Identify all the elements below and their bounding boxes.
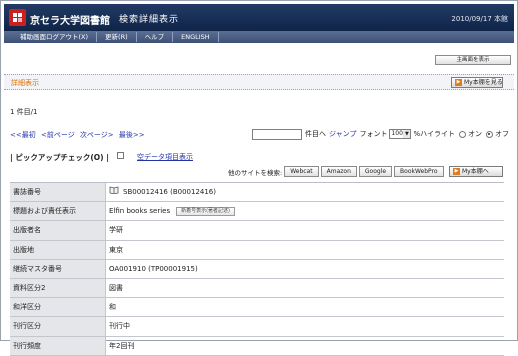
pager-next-link[interactable]: 次ページ> [80,131,114,139]
search-webcat-button[interactable]: Webcat [284,166,319,177]
date-location: 2010/09/17 本館 [451,15,508,23]
view-mybook-button[interactable]: ▶ My本棚を見る [451,77,503,88]
pickup-check-label: | ピックアップチェック(O) | [10,153,109,162]
search-google-button[interactable]: Google [358,166,393,177]
nav-logout[interactable]: 補助画面ログアウト(X) [4,32,98,42]
field-label: 和洋区分 [10,298,106,317]
field-value: 年2回刊 [109,341,135,350]
highlight-on-radio[interactable] [458,130,466,138]
nav-english[interactable]: ENGLISH [173,32,219,42]
table-row: 資料区分2 図書 [10,278,504,299]
table-row: 出版者名 学研 [10,221,504,241]
header: 京セラ大学図書館 検索詳細表示 2010/09/17 本館 [4,4,514,31]
pickup-checkbox[interactable] [117,152,124,159]
search-amazon-button[interactable]: Amazon [320,166,357,177]
search-bookwebpro-button[interactable]: BookWebPro [394,166,444,177]
other-site-search: 他のサイトを検索: Webcat Amazon Google BookWebPr… [228,166,444,177]
add-mybook-label: My本棚へ [462,168,489,175]
nav-help[interactable]: ヘルプ [137,32,174,42]
add-mybook-button[interactable]: ▶ My本棚へ [449,166,503,177]
font-size-select[interactable]: 100 [389,129,412,139]
jump-link[interactable]: ジャンプ [329,129,356,139]
field-value: Elfin books series 新着号表示(著者記述) [106,202,504,220]
empty-data-link[interactable]: 空データ項目表示 [137,152,193,162]
section-title: 詳細表示 [11,79,39,87]
library-logo-icon [9,9,26,26]
jump-controls: 件目へ ジャンプ フォント 100 %ハイライト オン オフ [252,128,509,140]
book-icon [109,183,119,201]
new-issue-button[interactable]: 新着号表示(著者記述) [176,206,236,216]
table-row: 出版地 東京 [10,240,504,260]
nav-refresh[interactable]: 更新(R) [97,32,137,42]
highlight-off-radio[interactable] [485,130,493,138]
field-value: 学研 [109,226,123,235]
field-value: 図書 [109,284,123,293]
main-screen-button[interactable]: 主画面を表示 [435,55,511,65]
detail-table: 書誌番号 SB00012416 (B00012416) 標題および責任表示 El… [10,182,504,356]
field-label: 出版者名 [10,221,106,240]
field-label: 刊行区分 [10,317,106,336]
field-label: 継続マスタ番号 [10,259,106,278]
highlight-label: %ハイライト [413,130,455,138]
nav-bar: 補助画面ログアウト(X) 更新(R) ヘルプ ENGLISH [4,31,514,43]
pager: <<最初 <前ページ 次ページ> 最後>> [10,130,148,140]
pager-last-link[interactable]: 最後>> [119,131,145,139]
field-value: 東京 [109,245,123,254]
font-label: フォント [359,130,388,138]
highlight-off-label: オフ [494,130,509,138]
field-label: 書誌番号 [10,183,106,202]
pager-prev-link[interactable]: <前ページ [41,131,75,139]
result-count: 1 件目/1 [10,108,38,116]
page-mode-title: 検索詳細表示 [119,15,180,25]
field-value: 和 [109,303,116,312]
jump-input[interactable] [252,128,302,140]
library-name: 京セラ大学図書館 [30,16,110,27]
title-value: Elfin books series [109,207,171,216]
table-row: 和洋区分 和 [10,298,504,318]
bib-number: SB00012416 (B00012416) [123,188,216,197]
highlight-on-label: オン [467,130,482,138]
table-row: 刊行頻度 年2回刊 [10,336,504,356]
field-label: 出版地 [10,240,106,259]
section-bar: 詳細表示 ▶ My本棚を見る [4,74,514,90]
field-value: OA001910 (TP00001915) [109,264,198,273]
other-site-label: 他のサイトを検索: [228,168,283,177]
field-label: 資料区分2 [10,278,106,298]
table-row: 刊行区分 刊行中 [10,317,504,337]
field-label: 刊行頻度 [10,336,106,355]
view-mybook-label: My本棚を見る [464,79,503,86]
table-row: 継続マスタ番号 OA001910 (TP00001915) [10,259,504,279]
table-row: 書誌番号 SB00012416 (B00012416) [10,183,504,203]
field-label: 標題および責任表示 [10,202,106,221]
field-value: 刊行中 [109,322,130,331]
jump-suffix: 件目へ [305,130,326,138]
table-row: 標題および責任表示 Elfin books series 新着号表示(著者記述) [10,202,504,222]
arrow-right-icon: ▶ [453,168,460,175]
arrow-right-icon: ▶ [455,79,462,86]
pager-first-link[interactable]: <<最初 [10,131,36,139]
field-value: SB00012416 (B00012416) [106,183,504,201]
